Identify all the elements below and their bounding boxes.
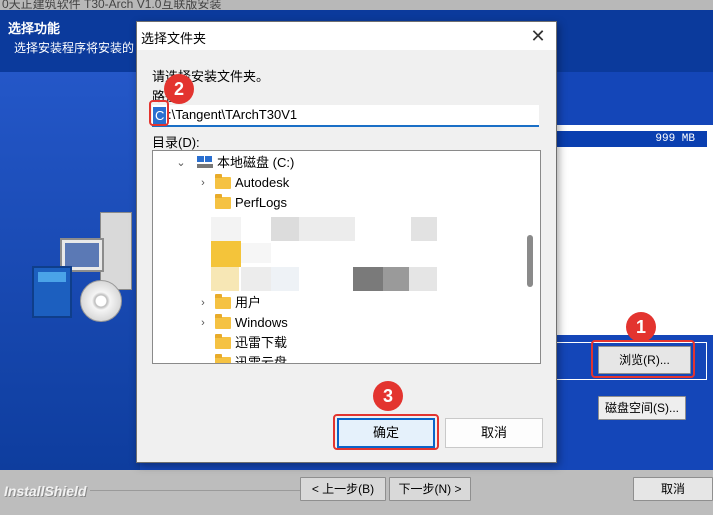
folder-icon [215, 334, 231, 349]
chevron-down-icon[interactable]: ⌄ [175, 153, 187, 173]
cancel-button[interactable]: 取消 [445, 418, 543, 448]
close-icon[interactable]: ✕ [526, 24, 550, 48]
directory-label: 目录(D): [152, 135, 200, 150]
blurred-region [211, 217, 241, 241]
chevron-right-icon[interactable]: › [197, 173, 209, 193]
blurred-region [271, 267, 299, 291]
tree-item-windows[interactable]: › Windows [153, 313, 533, 333]
tree-item-perflogs[interactable]: PerfLogs [153, 193, 533, 213]
dialog-titlebar: 选择文件夹 ✕ [137, 22, 556, 50]
chevron-right-icon[interactable]: › [197, 313, 209, 333]
installer-title: 0天正建筑软件 T30-Arch V1.0互联版安装 [2, 0, 222, 10]
blurred-region [211, 267, 239, 291]
tree-item-label: 用户 [235, 295, 262, 310]
tree-item-label: PerfLogs [235, 195, 288, 210]
computer-tower-icon [100, 212, 132, 290]
cd-disc-icon [80, 280, 122, 322]
disk-space-button[interactable]: 磁盘空间(S)... [598, 396, 686, 420]
path-value: :\Tangent\TArchT30V1 [168, 107, 298, 122]
folder-icon [215, 194, 231, 209]
disk-size-row[interactable]: 999 MB [555, 131, 707, 147]
tree-item-label: 迅雷云盘 [235, 355, 288, 364]
step-badge-1: 1 [626, 312, 656, 342]
blurred-region [409, 267, 437, 291]
tree-item-xunlei-download[interactable]: 迅雷下载 [153, 333, 533, 353]
blurred-region [353, 267, 383, 291]
drive-icon [197, 156, 213, 170]
dialog-title: 选择文件夹 [141, 31, 207, 46]
blurred-region [241, 243, 271, 263]
blurred-region [241, 267, 271, 291]
installer-header-subtitle: 选择安装程序将安装的 [14, 41, 135, 55]
tree-scrollbar-thumb[interactable] [527, 235, 533, 287]
installshield-logo: InstallShield [4, 483, 87, 499]
footer-divider [90, 490, 300, 491]
tree-item-label: Windows [235, 315, 288, 330]
folder-icon [215, 294, 231, 309]
path-field[interactable]: :\Tangent\TArchT30V1 [152, 105, 539, 127]
chevron-right-icon[interactable]: › [197, 293, 209, 313]
tree-item-xunlei-cloud[interactable]: 迅雷云盘 [153, 353, 533, 364]
tree-item-label: 迅雷下载 [235, 335, 288, 350]
tree-item-label: 本地磁盘 (C:) [217, 155, 295, 170]
installer-cancel-button[interactable]: 取消 [633, 477, 713, 501]
blurred-region [383, 267, 409, 291]
next-button[interactable]: 下一步(N) > [389, 477, 471, 501]
select-folder-dialog: 选择文件夹 ✕ 请选择安装文件夹。 路径: :\Tangent\TArchT30… [136, 21, 557, 463]
blurred-region [211, 241, 241, 267]
tree-item-drive-c[interactable]: ⌄ 本地磁盘 (C:) [153, 153, 533, 173]
tree-item-autodesk[interactable]: › Autodesk [153, 173, 533, 193]
step-badge-2: 2 [164, 74, 194, 104]
software-box-icon [32, 266, 72, 318]
blurred-region [411, 217, 437, 241]
installer-header-title: 选择功能 [8, 21, 61, 36]
step-badge-3: 3 [373, 381, 403, 411]
highlight-box-ok [333, 414, 439, 450]
tree-item-users[interactable]: › 用户 [153, 293, 533, 313]
installer-titlebar: 0天正建筑软件 T30-Arch V1.0互联版安装 [0, 0, 713, 10]
blurred-region [299, 217, 355, 241]
folder-icon [215, 354, 231, 363]
folder-icon [215, 174, 231, 189]
highlight-box-path [149, 100, 169, 126]
highlight-box-browse [591, 340, 695, 378]
tree-item-label: Autodesk [235, 175, 290, 190]
blurred-region [271, 217, 299, 241]
feature-list-panel [555, 125, 713, 335]
folder-icon [215, 314, 231, 329]
back-button[interactable]: < 上一步(B) [300, 477, 386, 501]
folder-tree[interactable]: ⌄ 本地磁盘 (C:) › Autodesk PerfLogs › 用户 › W… [152, 150, 541, 364]
